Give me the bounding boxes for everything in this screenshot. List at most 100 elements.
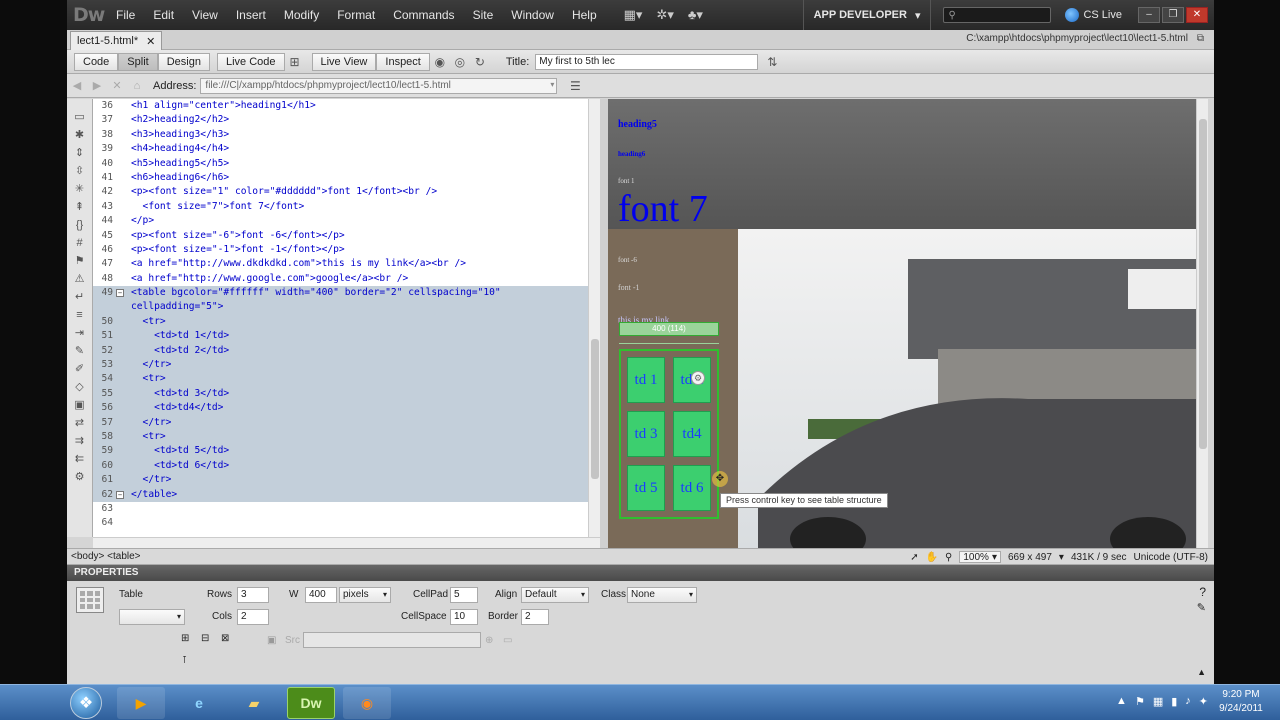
code-line[interactable]: 59 <td>td 5</td>	[93, 444, 588, 459]
site-icon[interactable]: ♣▾	[688, 7, 703, 23]
select-tool-icon[interactable]: ➚	[910, 552, 918, 563]
browser-preview-icon[interactable]: ◉	[430, 55, 450, 69]
code-line[interactable]: 49− <table bgcolor="#ffffff" width="400" …	[93, 286, 588, 301]
refresh-icon[interactable]: ↻	[470, 55, 490, 69]
code-line[interactable]: 44 </p>	[93, 214, 588, 228]
media-player-icon[interactable]: ▶	[117, 687, 165, 719]
code-view-button[interactable]: Code	[74, 52, 119, 71]
live-code-button[interactable]: Live Code	[216, 52, 285, 71]
address-input[interactable]: file:///C|/xampp/htdocs/phpmyproject/lec…	[200, 77, 558, 94]
properties-header[interactable]: PROPERTIES	[67, 565, 1214, 581]
cellpad-input[interactable]: 5	[450, 587, 478, 603]
collapse-icon[interactable]: −	[116, 490, 124, 499]
maximize-button[interactable]: ❐	[1162, 7, 1184, 23]
design-heading5[interactable]: heading5	[618, 119, 657, 130]
extend-icon[interactable]: ✲▾	[656, 7, 673, 23]
menu-format[interactable]: Format	[328, 8, 384, 22]
balance-braces-icon[interactable]: {}	[72, 217, 88, 233]
stop-icon[interactable]: ✕	[107, 79, 127, 92]
clear-row-heights-icon[interactable]: ⊺	[182, 655, 187, 666]
line-numbers-icon[interactable]: #	[72, 235, 88, 251]
app-tray-icon[interactable]: ✦	[1199, 695, 1208, 708]
zoom-select[interactable]: 100% ▾	[959, 551, 1001, 563]
menu-site[interactable]: Site	[464, 8, 503, 22]
code-line[interactable]: 42 <p><font size="1" color="#dddddd">font…	[93, 185, 588, 199]
code-line[interactable]: 41 <h6>heading6</h6>	[93, 171, 588, 185]
code-line[interactable]: 36 <h1 align="center">heading1</h1>	[93, 99, 588, 113]
table-cell[interactable]: td 3	[627, 411, 665, 457]
split-view-button[interactable]: Split	[118, 52, 158, 71]
code-line[interactable]: 53 </tr>	[93, 358, 588, 373]
collapse-selection-icon[interactable]: ⇳	[72, 163, 88, 179]
indent-code-icon[interactable]: ⇉	[72, 433, 88, 449]
code-line[interactable]: 37 <h2>heading2</h2>	[93, 113, 588, 127]
cols-input[interactable]: 2	[237, 609, 269, 625]
file-explorer-icon[interactable]: ▰	[230, 687, 278, 719]
border-input[interactable]: 2	[521, 609, 549, 625]
code-line[interactable]: 50 <tr>	[93, 314, 588, 330]
collapse-icon[interactable]: −	[116, 289, 124, 298]
move-css-icon[interactable]: ⇄	[72, 415, 88, 431]
menu-insert[interactable]: Insert	[227, 8, 275, 22]
menu-window[interactable]: Window	[502, 8, 563, 22]
close-button[interactable]: ✕	[1186, 7, 1208, 23]
tag-selector[interactable]: <body> <table>	[71, 551, 141, 562]
live-view-button[interactable]: Live View	[311, 52, 377, 71]
align-select[interactable]: Default ▾	[521, 587, 589, 603]
expand-all-icon[interactable]: ✳	[72, 181, 88, 197]
apply-comment-icon[interactable]: ✎	[72, 343, 88, 359]
table-cell[interactable]: td 6	[673, 465, 711, 511]
table-cell[interactable]: td4	[673, 411, 711, 457]
code-line[interactable]: 64	[93, 516, 588, 530]
remove-comment-icon[interactable]: ✐	[72, 361, 88, 377]
collapse-panel-icon[interactable]: ▲	[1197, 667, 1206, 677]
code-line[interactable]: 63	[93, 502, 588, 516]
width-input[interactable]: 400	[305, 587, 337, 603]
design-scroll-thumb[interactable]	[1199, 119, 1207, 449]
code-line[interactable]: 52 <td>td 2</td>	[93, 343, 588, 359]
hand-tool-icon[interactable]: ✋	[926, 552, 938, 563]
code-line[interactable]: 55 <td>td 3</td>	[93, 386, 588, 402]
menu-modify[interactable]: Modify	[275, 8, 328, 22]
select-parent-tag-icon[interactable]: ⇞	[72, 199, 88, 215]
rows-input[interactable]: 3	[237, 587, 269, 603]
code-vertical-scrollbar[interactable]	[588, 99, 600, 537]
design-heading6[interactable]: heading6	[618, 150, 645, 158]
collapse-tag-icon[interactable]: ⇕	[72, 145, 88, 161]
code-line[interactable]: 62− </table>	[93, 487, 588, 502]
help-icon[interactable]: ?	[1199, 585, 1206, 599]
code-line[interactable]: 57 </tr>	[93, 415, 588, 430]
zoom-tool-icon[interactable]: ⚲	[945, 552, 952, 563]
design-font-minus6[interactable]: font -6	[618, 256, 637, 264]
menu-file[interactable]: File	[107, 8, 144, 22]
dreamweaver-taskbar-button[interactable]: Dw	[287, 687, 335, 719]
menu-edit[interactable]: Edit	[144, 8, 183, 22]
show-code-navigator-icon[interactable]: ✱	[72, 127, 88, 143]
minimize-button[interactable]: –	[1138, 7, 1160, 23]
highlight-invalid-code-icon[interactable]: ⚑	[72, 253, 88, 269]
forward-icon[interactable]: ▶	[87, 79, 107, 92]
start-button[interactable]: ❖	[70, 687, 102, 719]
chevron-down-icon[interactable]: ▾	[1059, 552, 1064, 563]
network-icon[interactable]: ▦	[1153, 695, 1163, 708]
cell-settings-icon[interactable]: ⚙	[691, 371, 705, 385]
code-line[interactable]: 47 <a href="http://www.dkdkdkd.com">this …	[93, 257, 588, 271]
code-line[interactable]: 51 <td>td 1</td>	[93, 329, 588, 344]
browser-nav-options-icon[interactable]: ☰	[565, 79, 585, 93]
signal-icon[interactable]: ▮	[1171, 695, 1177, 708]
table-cell[interactable]: td 1	[627, 357, 665, 403]
design-font7[interactable]: font 7	[618, 187, 708, 231]
inspect-button[interactable]: Inspect	[376, 52, 430, 71]
clear-heights-icon[interactable]: ⊞	[181, 633, 189, 644]
menu-help[interactable]: Help	[563, 8, 606, 22]
workspace-switcher[interactable]: APP DEVELOPER ▾	[802, 0, 932, 30]
code-line[interactable]: 60 <td>td 6</td>	[93, 458, 588, 474]
code-pane[interactable]: 36 <h1 align="center">heading1</h1> 37 <h2>…	[93, 99, 588, 537]
design-font-minus1[interactable]: font -1	[618, 283, 640, 292]
volume-icon[interactable]: ♪	[1185, 695, 1191, 708]
design-vertical-scrollbar[interactable]	[1196, 99, 1208, 548]
convert-widths-icon[interactable]: ⊟	[201, 633, 209, 644]
code-line[interactable]: 45 <p><font size="-6">font -6</font></p>	[93, 229, 588, 243]
restore-doc-icon[interactable]: ⧉	[1197, 33, 1204, 44]
clock[interactable]: 9:20 PM 9/24/2011	[1212, 688, 1270, 716]
